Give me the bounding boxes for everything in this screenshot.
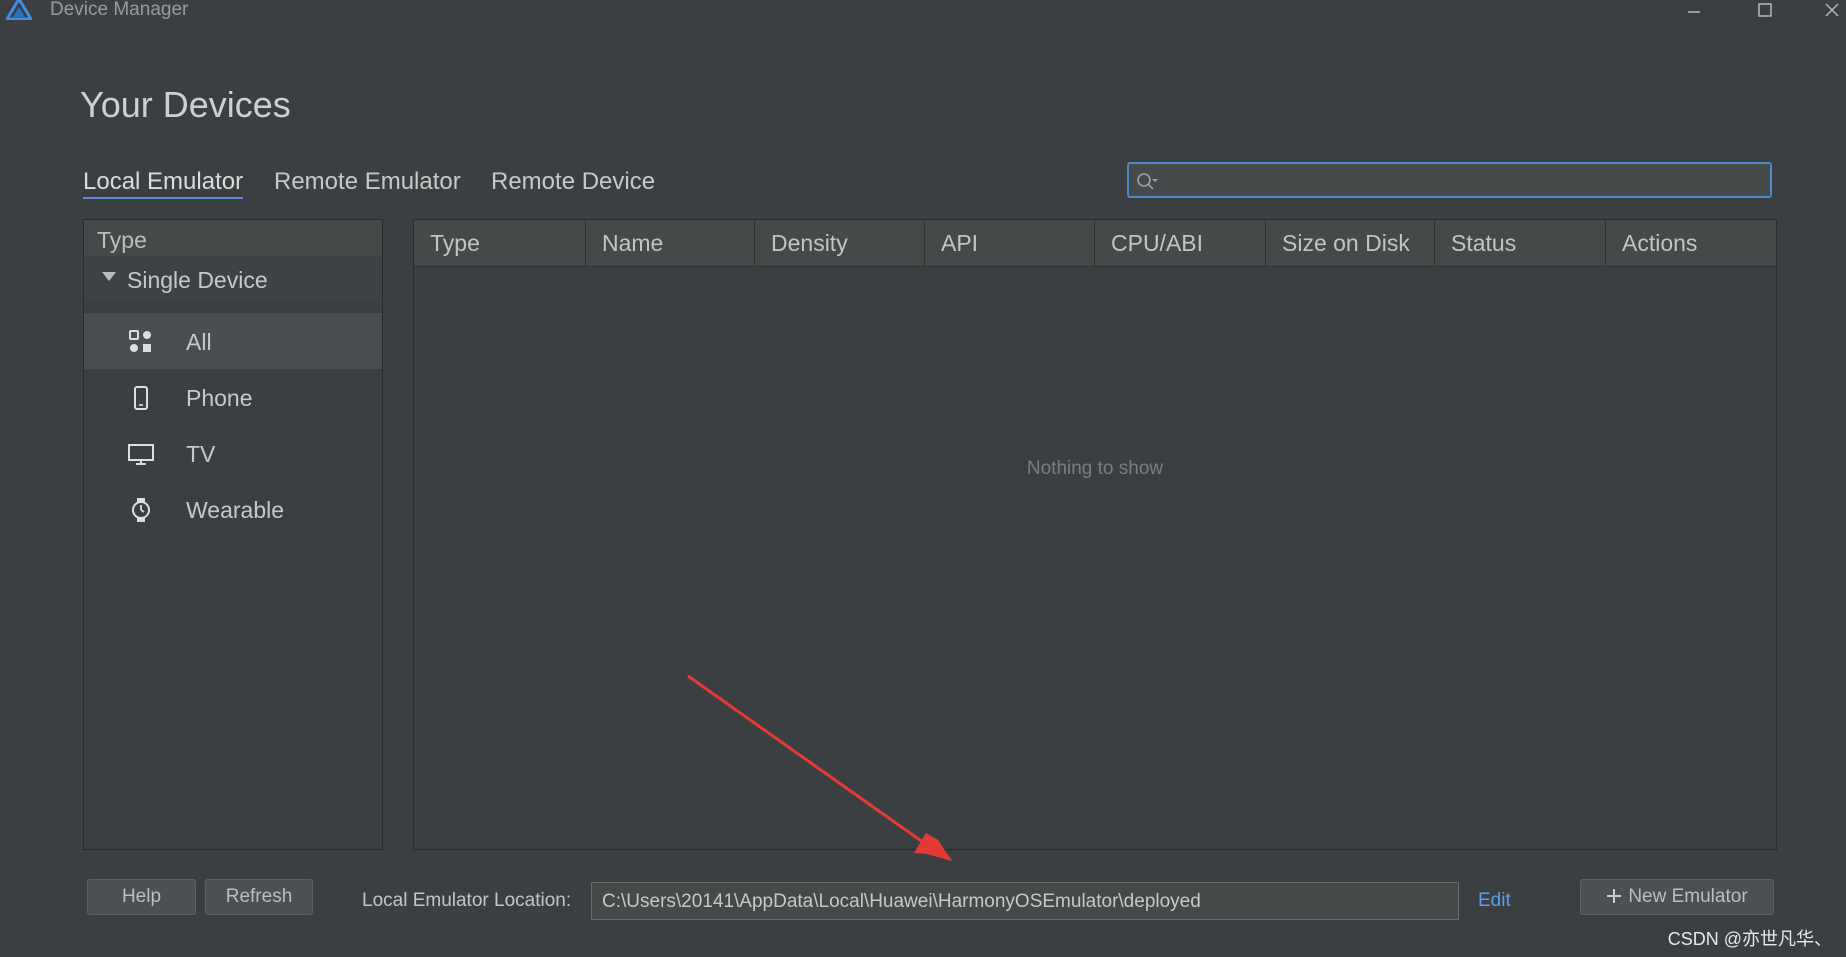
plus-icon — [1607, 889, 1622, 903]
column-header-size-on-disk[interactable]: Size on Disk — [1266, 220, 1435, 266]
tv-icon — [128, 444, 154, 465]
edit-location-link[interactable]: Edit — [1478, 890, 1511, 912]
tab-remote-emulator[interactable]: Remote Emulator — [274, 168, 461, 196]
maximize-icon — [1758, 3, 1772, 17]
sidebar-item-label: Phone — [186, 385, 253, 411]
search-input[interactable] — [1167, 167, 1766, 195]
annotation-arrow-icon — [687, 674, 952, 861]
column-header-actions[interactable]: Actions — [1606, 220, 1776, 266]
new-emulator-button[interactable]: New Emulator — [1580, 879, 1774, 915]
phone-icon — [134, 386, 148, 410]
maximize-button[interactable] — [1745, 0, 1785, 22]
title-bar: Device Manager — [0, 0, 1846, 26]
close-icon — [1825, 3, 1839, 17]
single-device-label: Single Device — [127, 267, 268, 293]
minimize-icon — [1688, 11, 1700, 13]
table-header: Type Name Density API CPU/ABI Size on Di… — [414, 220, 1776, 267]
sidebar-item-wearable[interactable]: Wearable — [84, 481, 382, 537]
column-header-type[interactable]: Type — [414, 220, 586, 266]
single-device-group[interactable]: Single Device — [84, 256, 382, 302]
location-input[interactable] — [600, 889, 1454, 915]
all-devices-icon — [129, 330, 151, 352]
search-icon — [1137, 173, 1158, 190]
tab-remote-device[interactable]: Remote Device — [491, 168, 655, 196]
sidebar-item-phone[interactable]: Phone — [84, 369, 382, 425]
empty-state-message: Nothing to show — [1026, 458, 1164, 479]
location-field[interactable] — [591, 882, 1459, 920]
close-button[interactable] — [1812, 0, 1846, 22]
device-type-panel: Type Single Device All Phone TV Wearable — [83, 219, 383, 850]
type-header-label: Type — [97, 227, 147, 253]
sidebar-item-label: TV — [186, 441, 216, 467]
minimize-button[interactable] — [1674, 0, 1714, 22]
sidebar-item-label: Wearable — [186, 497, 285, 523]
column-header-status[interactable]: Status — [1435, 220, 1606, 266]
sidebar-item-tv[interactable]: TV — [84, 425, 382, 481]
watermark: CSDN @亦世凡华、 — [1667, 929, 1832, 949]
page-title: Your Devices — [80, 84, 291, 125]
devices-table: Type Name Density API CPU/ABI Size on Di… — [413, 219, 1777, 850]
sidebar-item-label: All — [186, 329, 212, 355]
window-title: Device Manager — [50, 0, 189, 20]
column-header-name[interactable]: Name — [586, 220, 755, 266]
help-button[interactable]: Help — [87, 879, 196, 915]
app-logo-icon — [6, 0, 32, 20]
refresh-button[interactable]: Refresh — [205, 879, 313, 915]
watch-icon — [132, 498, 150, 522]
column-header-cpu-abi[interactable]: CPU/ABI — [1095, 220, 1266, 266]
sidebar-item-all[interactable]: All — [84, 313, 382, 369]
caret-down-icon — [102, 272, 116, 281]
column-header-density[interactable]: Density — [755, 220, 925, 266]
location-label: Local Emulator Location: — [362, 890, 572, 911]
search-box[interactable] — [1127, 162, 1772, 198]
tab-local-emulator[interactable]: Local Emulator — [83, 168, 244, 199]
column-header-api[interactable]: API — [925, 220, 1095, 266]
type-header: Type — [84, 220, 382, 257]
new-emulator-label: New Emulator — [1628, 886, 1748, 907]
